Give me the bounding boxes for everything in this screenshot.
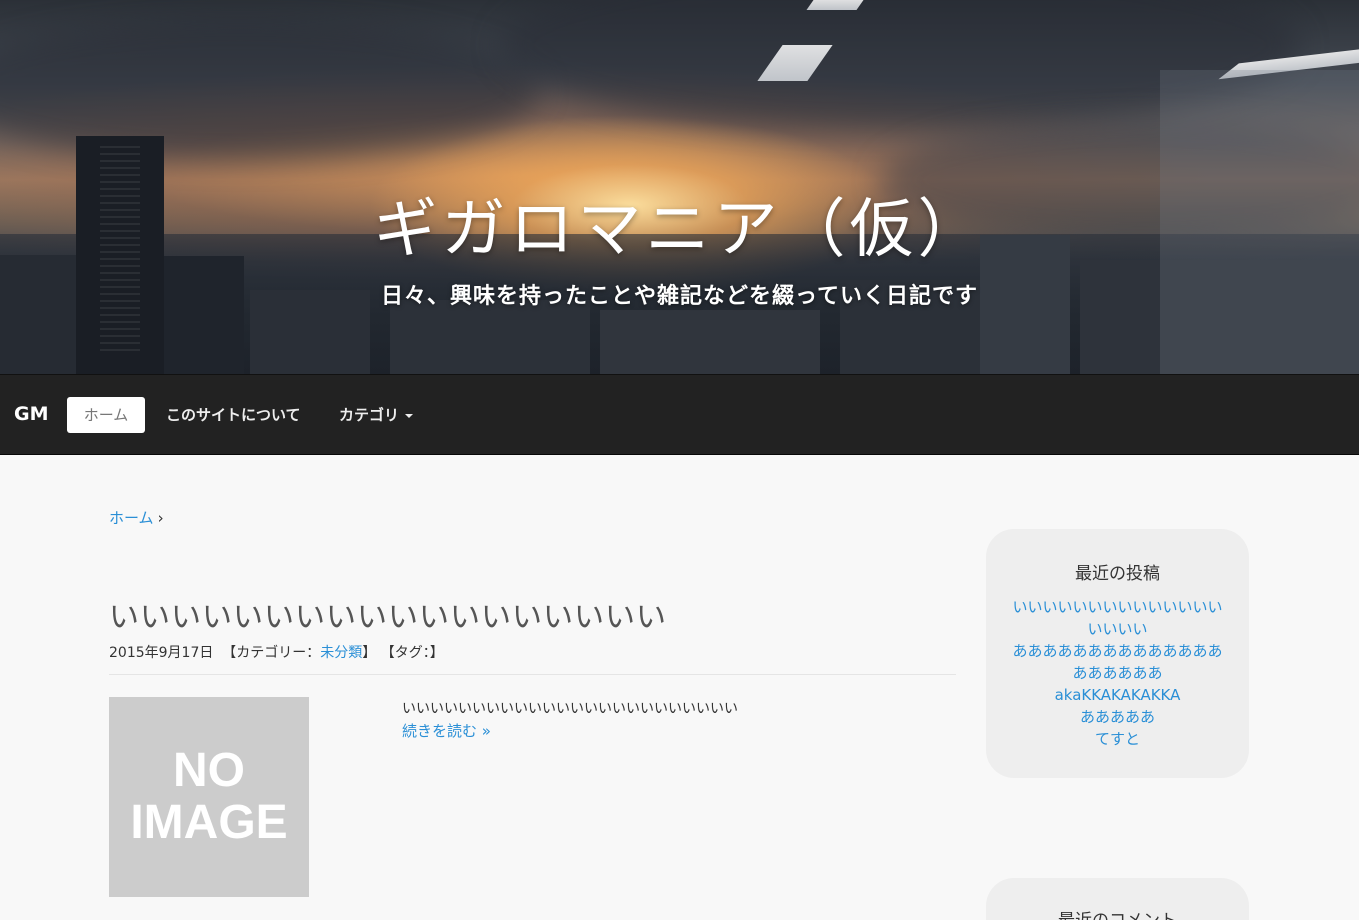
list-item: いいいいいいいいいいいいいいいいいい [1006, 596, 1229, 640]
recent-post-link[interactable]: akaKKAKAKAKKA [1055, 686, 1181, 704]
post-meta: 2015年9月17日 【カテゴリー：未分類】 【タグ：】 [109, 642, 444, 662]
post-tags: 【タグ：】 [380, 645, 444, 661]
read-more-link[interactable]: 続きを読む » [402, 720, 491, 741]
list-item: てすと [1006, 728, 1229, 750]
caret-down-icon [405, 413, 414, 418]
post-divider [109, 674, 956, 675]
breadcrumb-home-link[interactable]: ホーム [109, 509, 154, 527]
recent-comments-widget: 最近のコメント [986, 878, 1249, 920]
list-item: ああああああああああああああああああああ [1006, 640, 1229, 684]
recent-comments-title: 最近のコメント [986, 906, 1249, 920]
post-category-suffix: 】 [362, 645, 377, 661]
site-title[interactable]: ギガロマニア（仮） [0, 178, 1359, 270]
site-tagline: 日々、興味を持ったことや雑記などを綴っていく日記です [381, 284, 978, 309]
recent-post-link[interactable]: いいいいいいいいいいいいいいいいいい [1012, 598, 1222, 638]
nav-item-category-label: カテゴリ [339, 406, 400, 424]
top-navbar: GM ホーム このサイトについて カテゴリ [0, 374, 1359, 455]
list-item: akaKKAKAKAKKA [1006, 684, 1229, 706]
recent-post-link[interactable]: ああああああああああああああああああああ [1012, 642, 1222, 682]
post-excerpt: いいいいいいいいいいいいいいいいいいいいいいいい [402, 701, 738, 717]
post-date: 2015年9月17日 [109, 645, 214, 661]
nav-item-home[interactable]: ホーム [67, 397, 145, 433]
nav-item-about[interactable]: このサイトについて [166, 397, 301, 433]
header-hero-image: ギガロマニア（仮） 日々、興味を持ったことや雑記などを綴っていく日記です [0, 0, 1359, 374]
post-category-link[interactable]: 未分類 [320, 645, 362, 661]
breadcrumb: ホーム › [109, 507, 164, 528]
recent-post-link[interactable]: あああああ [1080, 708, 1155, 726]
navbar-brand[interactable]: GM [14, 403, 49, 425]
recent-post-link[interactable]: てすと [1095, 730, 1140, 748]
post-thumbnail[interactable]: NO IMAGE [109, 697, 309, 897]
breadcrumb-separator: › [157, 509, 164, 527]
recent-posts-title: 最近の投稿 [1075, 564, 1160, 584]
no-image-placeholder: NO IMAGE [130, 744, 288, 849]
post-category-prefix: 【カテゴリー： [222, 645, 321, 661]
post-title[interactable]: いいいいいいいいいいいいいいいいいい [109, 592, 667, 636]
recent-posts-list: いいいいいいいいいいいいいいいいいい ああああああああああああああああああああ … [986, 596, 1249, 750]
recent-posts-widget: 最近の投稿 いいいいいいいいいいいいいいいいいい あああああああああああああああ… [986, 529, 1249, 778]
list-item: あああああ [1006, 706, 1229, 728]
nav-item-category-dropdown[interactable]: カテゴリ [339, 397, 414, 433]
